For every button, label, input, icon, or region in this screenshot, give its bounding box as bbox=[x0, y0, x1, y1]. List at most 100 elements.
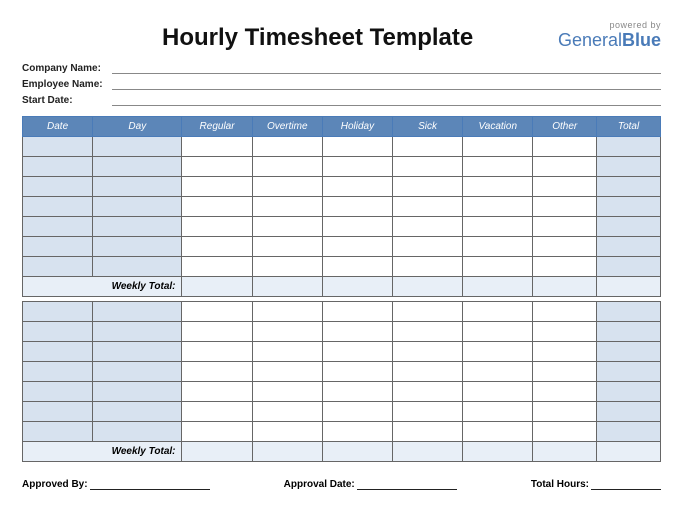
cell-holiday[interactable] bbox=[322, 257, 392, 277]
approved-by-input[interactable] bbox=[90, 478, 210, 490]
cell-date[interactable] bbox=[23, 257, 93, 277]
cell-vacation[interactable] bbox=[463, 197, 533, 217]
cell-vacation[interactable] bbox=[463, 342, 533, 362]
cell-date[interactable] bbox=[23, 197, 93, 217]
cell-overtime[interactable] bbox=[252, 237, 322, 257]
cell-holiday[interactable] bbox=[322, 422, 392, 442]
company-name-input[interactable] bbox=[112, 62, 661, 74]
cell-overtime[interactable] bbox=[252, 302, 322, 322]
cell-vacation[interactable] bbox=[463, 177, 533, 197]
cell-overtime[interactable] bbox=[252, 257, 322, 277]
cell-vacation[interactable] bbox=[463, 237, 533, 257]
cell-date[interactable] bbox=[23, 157, 93, 177]
cell-other[interactable] bbox=[533, 157, 597, 177]
cell-sick[interactable] bbox=[393, 157, 463, 177]
cell-holiday[interactable] bbox=[322, 237, 392, 257]
cell-regular[interactable] bbox=[182, 322, 252, 342]
cell-day[interactable] bbox=[93, 217, 182, 237]
cell-other[interactable] bbox=[533, 322, 597, 342]
cell-vacation[interactable] bbox=[463, 362, 533, 382]
cell-other[interactable] bbox=[533, 402, 597, 422]
cell-day[interactable] bbox=[93, 237, 182, 257]
cell-holiday[interactable] bbox=[322, 402, 392, 422]
cell-sick[interactable] bbox=[393, 342, 463, 362]
cell-regular[interactable] bbox=[182, 237, 252, 257]
cell-day[interactable] bbox=[93, 302, 182, 322]
cell-date[interactable] bbox=[23, 422, 93, 442]
cell-vacation[interactable] bbox=[463, 402, 533, 422]
cell-sick[interactable] bbox=[393, 382, 463, 402]
cell-sick[interactable] bbox=[393, 322, 463, 342]
cell-day[interactable] bbox=[93, 342, 182, 362]
cell-overtime[interactable] bbox=[252, 382, 322, 402]
cell-other[interactable] bbox=[533, 257, 597, 277]
cell-other[interactable] bbox=[533, 422, 597, 442]
cell-day[interactable] bbox=[93, 157, 182, 177]
cell-day[interactable] bbox=[93, 402, 182, 422]
cell-sick[interactable] bbox=[393, 197, 463, 217]
cell-date[interactable] bbox=[23, 362, 93, 382]
cell-day[interactable] bbox=[93, 422, 182, 442]
cell-regular[interactable] bbox=[182, 362, 252, 382]
cell-sick[interactable] bbox=[393, 362, 463, 382]
cell-vacation[interactable] bbox=[463, 322, 533, 342]
cell-vacation[interactable] bbox=[463, 137, 533, 157]
cell-day[interactable] bbox=[93, 382, 182, 402]
cell-date[interactable] bbox=[23, 137, 93, 157]
cell-sick[interactable] bbox=[393, 177, 463, 197]
cell-overtime[interactable] bbox=[252, 137, 322, 157]
cell-holiday[interactable] bbox=[322, 342, 392, 362]
cell-other[interactable] bbox=[533, 362, 597, 382]
cell-regular[interactable] bbox=[182, 342, 252, 362]
cell-regular[interactable] bbox=[182, 177, 252, 197]
cell-other[interactable] bbox=[533, 342, 597, 362]
cell-day[interactable] bbox=[93, 322, 182, 342]
cell-overtime[interactable] bbox=[252, 422, 322, 442]
cell-sick[interactable] bbox=[393, 137, 463, 157]
cell-day[interactable] bbox=[93, 362, 182, 382]
cell-regular[interactable] bbox=[182, 422, 252, 442]
total-hours-input[interactable] bbox=[591, 478, 661, 490]
cell-vacation[interactable] bbox=[463, 422, 533, 442]
cell-overtime[interactable] bbox=[252, 177, 322, 197]
cell-overtime[interactable] bbox=[252, 322, 322, 342]
cell-holiday[interactable] bbox=[322, 302, 392, 322]
cell-day[interactable] bbox=[93, 137, 182, 157]
cell-overtime[interactable] bbox=[252, 342, 322, 362]
cell-sick[interactable] bbox=[393, 402, 463, 422]
cell-regular[interactable] bbox=[182, 402, 252, 422]
cell-date[interactable] bbox=[23, 177, 93, 197]
cell-sick[interactable] bbox=[393, 257, 463, 277]
cell-overtime[interactable] bbox=[252, 157, 322, 177]
cell-vacation[interactable] bbox=[463, 382, 533, 402]
cell-holiday[interactable] bbox=[322, 177, 392, 197]
cell-vacation[interactable] bbox=[463, 257, 533, 277]
cell-other[interactable] bbox=[533, 137, 597, 157]
cell-day[interactable] bbox=[93, 177, 182, 197]
cell-date[interactable] bbox=[23, 322, 93, 342]
cell-regular[interactable] bbox=[182, 137, 252, 157]
cell-holiday[interactable] bbox=[322, 382, 392, 402]
cell-holiday[interactable] bbox=[322, 197, 392, 217]
cell-other[interactable] bbox=[533, 197, 597, 217]
cell-regular[interactable] bbox=[182, 217, 252, 237]
cell-other[interactable] bbox=[533, 382, 597, 402]
cell-other[interactable] bbox=[533, 177, 597, 197]
cell-regular[interactable] bbox=[182, 302, 252, 322]
cell-holiday[interactable] bbox=[322, 157, 392, 177]
cell-day[interactable] bbox=[93, 257, 182, 277]
cell-date[interactable] bbox=[23, 237, 93, 257]
cell-regular[interactable] bbox=[182, 257, 252, 277]
approval-date-input[interactable] bbox=[357, 478, 457, 490]
cell-date[interactable] bbox=[23, 302, 93, 322]
cell-regular[interactable] bbox=[182, 157, 252, 177]
cell-holiday[interactable] bbox=[322, 137, 392, 157]
cell-sick[interactable] bbox=[393, 237, 463, 257]
cell-regular[interactable] bbox=[182, 197, 252, 217]
cell-overtime[interactable] bbox=[252, 402, 322, 422]
cell-sick[interactable] bbox=[393, 217, 463, 237]
cell-regular[interactable] bbox=[182, 382, 252, 402]
cell-vacation[interactable] bbox=[463, 217, 533, 237]
cell-holiday[interactable] bbox=[322, 362, 392, 382]
cell-date[interactable] bbox=[23, 342, 93, 362]
